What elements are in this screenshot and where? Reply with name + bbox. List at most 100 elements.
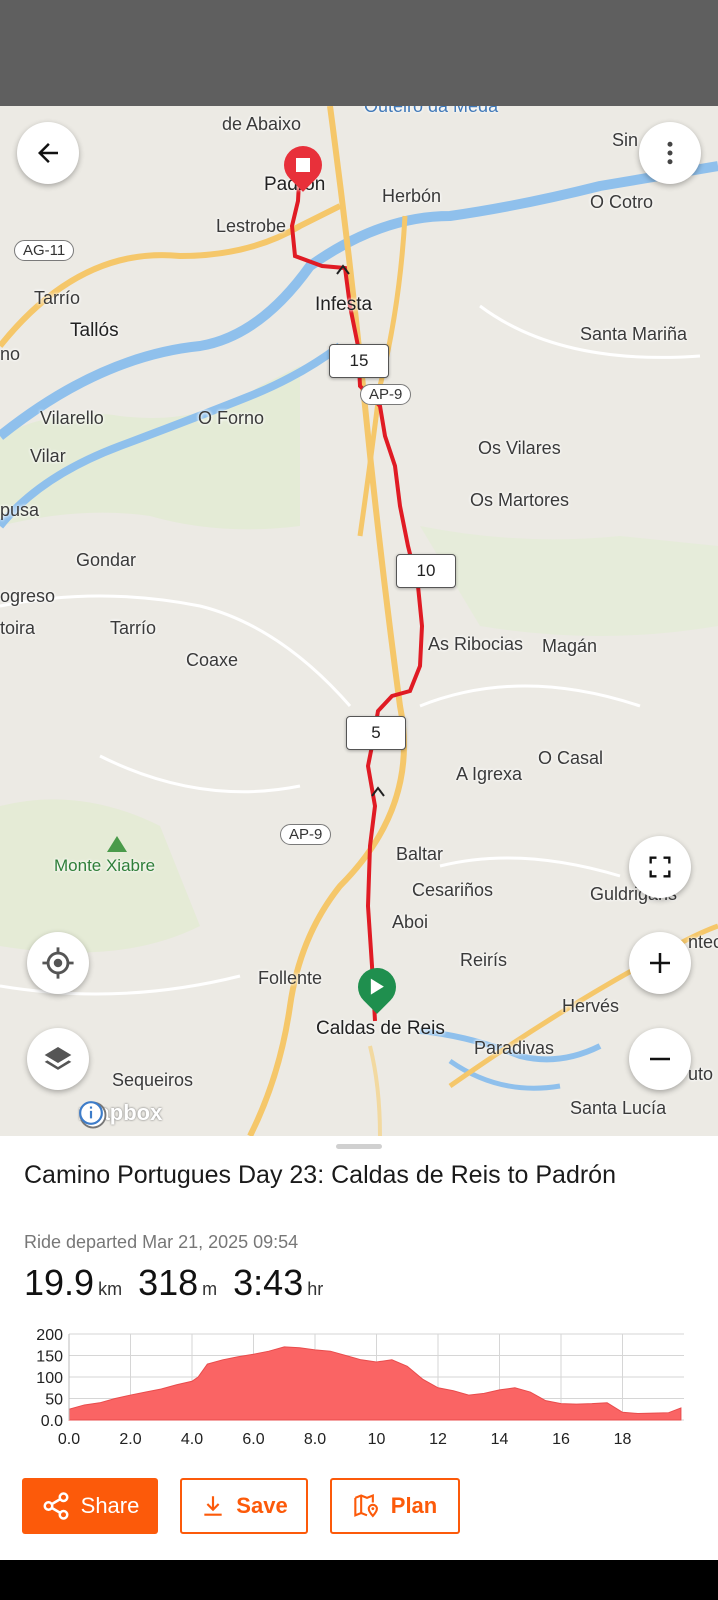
map-label: Tallós	[70, 320, 119, 341]
stats-row: 19.9 km 318 m 3:43 hr	[24, 1262, 323, 1304]
map-attribution[interactable]: mapbox	[78, 1100, 162, 1129]
stat-value: 3:43	[233, 1262, 304, 1303]
map-label: Vilar	[30, 446, 66, 466]
layers-button[interactable]	[27, 1028, 89, 1090]
minus-icon	[650, 1057, 670, 1061]
y-tick-label: 0.0	[41, 1413, 63, 1430]
stat-elevation: 318 m	[138, 1262, 217, 1304]
back-button[interactable]	[17, 122, 79, 184]
x-tick-label: 12	[429, 1431, 447, 1444]
x-tick-label: 2.0	[119, 1431, 141, 1444]
status-bar	[0, 0, 718, 106]
map-label: Cesariños	[412, 880, 494, 900]
stat-value: 318	[138, 1262, 199, 1303]
map-label: Infesta	[315, 294, 373, 315]
my-location-icon	[42, 947, 74, 979]
activity-title: Camino Portugues Day 23: Caldas de Reis …	[24, 1161, 616, 1189]
map-label: Outeiro da Meda	[364, 106, 499, 116]
x-tick-label: 0.0	[58, 1431, 80, 1444]
map-label: Sin	[612, 130, 639, 150]
more-options-button[interactable]	[639, 122, 701, 184]
route-line	[289, 163, 425, 1022]
x-tick-label: 16	[552, 1431, 570, 1444]
map-label: O Cotro	[590, 192, 654, 212]
route-map[interactable]: de Abaixo Outeiro da Meda Sin Padrón Her…	[0, 106, 718, 1136]
map-label: de Abaixo	[222, 114, 302, 134]
elevation-area	[68, 1346, 682, 1421]
stat-distance: 19.9 km	[24, 1262, 122, 1304]
drag-handle[interactable]	[336, 1144, 382, 1149]
elevation-chart[interactable]: 0.0 50 100 150 200 0.0 2.0 4.0 6.0 8.0 10 12 14 16 18	[0, 1324, 718, 1444]
stat-unit: km	[98, 1279, 123, 1299]
road-shield: AP-9	[360, 384, 412, 405]
map-label: Caldas de Reis	[316, 1018, 445, 1039]
peak-icon	[107, 836, 127, 852]
map-label: Reirís	[460, 950, 508, 970]
layers-icon	[44, 1047, 72, 1070]
map-label: Vilarello	[40, 408, 104, 428]
km-marker: 5	[346, 716, 406, 750]
x-tick-label: 4.0	[181, 1431, 203, 1444]
map-label: Aboi	[392, 912, 429, 932]
map-label: As Ribocias	[428, 634, 524, 654]
stat-unit: m	[202, 1279, 218, 1299]
zoom-in-button[interactable]	[629, 932, 691, 994]
map-label: uto	[688, 1064, 714, 1084]
locate-button[interactable]	[27, 932, 89, 994]
km-marker: 15	[329, 344, 389, 378]
stat-duration: 3:43 hr	[233, 1262, 323, 1304]
map-label: Herbón	[382, 186, 442, 206]
share-icon	[43, 1492, 69, 1520]
x-tick-label: 14	[491, 1431, 509, 1444]
map-label: Santa Mariña	[580, 324, 688, 344]
map-label: ntec	[688, 932, 718, 952]
map-label: pusa	[0, 500, 40, 520]
map-label: O Forno	[198, 408, 265, 428]
info-icon[interactable]	[78, 1100, 104, 1126]
map-label: Sequeiros	[112, 1070, 194, 1090]
map-label: Baltar	[396, 844, 444, 864]
road-shield: AG-11	[14, 240, 75, 261]
plus-icon	[650, 953, 670, 973]
arrow-back-icon	[38, 143, 58, 163]
map-label: A Igrexa	[456, 764, 523, 784]
map-label: toira	[0, 618, 36, 638]
map-label: Magán	[542, 636, 598, 656]
map-label: Santa Lucía	[570, 1098, 667, 1118]
system-nav-bar	[0, 1560, 718, 1600]
activity-panel: Camino Portugues Day 23: Caldas de Reis …	[0, 1136, 718, 1560]
map-label: Hervés	[562, 996, 620, 1016]
stat-unit: hr	[307, 1279, 324, 1299]
map-label: no	[0, 344, 21, 364]
peak-label: Monte Xiabre	[54, 856, 156, 875]
plan-button[interactable]: Plan	[330, 1478, 460, 1534]
download-icon	[204, 1496, 222, 1516]
map-label: Os Vilares	[478, 438, 561, 458]
stat-value: 19.9	[24, 1262, 95, 1303]
road-shield: AP-9	[280, 824, 332, 845]
map-pin-icon	[354, 1493, 378, 1518]
share-button[interactable]: Share	[22, 1478, 158, 1534]
map-label: Tarrío	[110, 618, 157, 638]
fullscreen-button[interactable]	[629, 836, 691, 898]
map-label: Paradivas	[474, 1038, 555, 1058]
map-label: ogreso	[0, 586, 56, 606]
y-tick-label: 50	[45, 1392, 63, 1409]
save-button[interactable]: Save	[180, 1478, 308, 1534]
x-tick-label: 8.0	[304, 1431, 326, 1444]
map-label: Tarrío	[34, 288, 81, 308]
y-tick-label: 100	[36, 1370, 63, 1387]
map-label: Coaxe	[186, 650, 239, 670]
activity-subtitle: Ride departed Mar 21, 2025 09:54	[24, 1232, 299, 1252]
x-tick-label: 6.0	[242, 1431, 264, 1444]
x-tick-label: 18	[614, 1431, 632, 1444]
save-label: Save	[236, 1493, 288, 1518]
y-tick-label: 200	[36, 1327, 63, 1344]
share-label: Share	[80, 1493, 140, 1518]
plan-label: Plan	[390, 1493, 438, 1518]
map-label: Gondar	[76, 550, 137, 570]
map-label: Follente	[258, 968, 323, 988]
map-label: Os Martores	[470, 490, 570, 510]
zoom-out-button[interactable]	[629, 1028, 691, 1090]
km-marker: 10	[396, 554, 456, 588]
